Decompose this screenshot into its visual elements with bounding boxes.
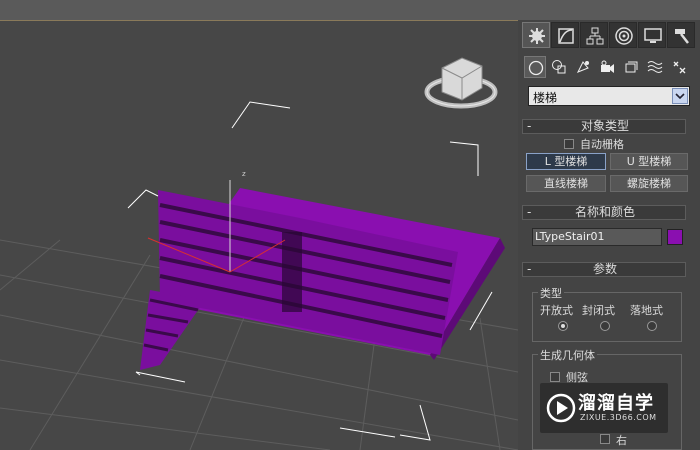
shapes-icon (552, 60, 566, 74)
cameras-icon (601, 60, 614, 73)
create-icon (529, 28, 545, 44)
side-stringer-checkbox[interactable] (550, 372, 560, 382)
motion-icon (615, 27, 633, 45)
type-group-label: 类型 (538, 285, 564, 301)
l-type-stair-button[interactable]: L 型楼梯 (526, 153, 606, 170)
lights-category[interactable] (572, 56, 594, 78)
u-type-stair-button[interactable]: U 型楼梯 (610, 153, 688, 170)
spiral-stair-button[interactable]: 螺旋楼梯 (610, 175, 688, 192)
autogrid-checkbox[interactable] (564, 139, 574, 149)
create-tab[interactable] (522, 22, 550, 48)
type-closed-radio[interactable] (600, 321, 610, 331)
lights-icon (576, 61, 589, 73)
motion-tab[interactable] (609, 22, 637, 48)
watermark-url: ZIXUE.3D66.COM (580, 413, 657, 422)
watermark-title: 溜溜自学 (578, 393, 654, 414)
watermark: 溜溜自学 ZIXUE.3D66.COM (540, 383, 668, 433)
hierarchy-icon (586, 27, 604, 45)
display-icon (644, 28, 662, 43)
object-type-rollout-header[interactable]: - 对象类型 (522, 119, 686, 134)
object-name-field[interactable]: LTypeStair01 (532, 228, 662, 246)
hierarchy-tab[interactable] (580, 22, 608, 48)
generate-geometry-label: 生成几何体 (538, 347, 597, 363)
helpers-icon (625, 61, 638, 73)
chevron-down-icon[interactable] (672, 88, 688, 104)
modify-tab[interactable] (551, 22, 579, 48)
l-type-stair-object[interactable] (140, 188, 505, 370)
modify-icon (558, 28, 574, 44)
svg-text:z: z (242, 170, 246, 178)
category-dropdown[interactable]: 楼梯 (528, 86, 690, 106)
top-toolbar-strip (0, 0, 700, 21)
type-boxed-label: 落地式 (630, 304, 663, 317)
right-label: 右 (616, 434, 627, 447)
spacewarps-category[interactable] (644, 56, 666, 78)
type-open-label: 开放式 (540, 304, 573, 317)
object-type-title: 对象类型 (580, 119, 629, 133)
geometry-icon (528, 60, 544, 76)
systems-category[interactable] (668, 56, 690, 78)
parameters-title: 参数 (592, 262, 617, 276)
name-color-rollout-header[interactable]: - 名称和颜色 (522, 205, 686, 220)
autogrid-label: 自动栅格 (580, 138, 624, 151)
app-window: z 楼梯 - 对象类型 自动栅格 L 型楼梯 U 型楼梯 直线楼梯 螺旋楼梯 -… (0, 0, 700, 450)
type-open-radio[interactable] (558, 321, 568, 331)
helpers-category[interactable] (620, 56, 642, 78)
play-logo-icon (546, 393, 576, 423)
display-tab[interactable] (638, 22, 666, 48)
type-closed-label: 封闭式 (582, 304, 615, 317)
object-type-rollout: - 对象类型 自动栅格 L 型楼梯 U 型楼梯 直线楼梯 螺旋楼梯 (522, 119, 692, 201)
viewcube[interactable] (424, 57, 498, 109)
parameters-rollout-header[interactable]: - 参数 (522, 262, 686, 277)
object-color-swatch[interactable] (667, 229, 683, 245)
right-checkbox[interactable] (600, 434, 610, 444)
geometry-category[interactable] (524, 56, 546, 78)
command-panel-tabs (522, 22, 696, 48)
perspective-viewport[interactable]: z (0, 0, 518, 450)
stair-stringer (282, 232, 302, 312)
straight-stair-button[interactable]: 直线楼梯 (526, 175, 606, 192)
name-color-rollout: - 名称和颜色 LTypeStair01 (522, 205, 692, 255)
viewport-scene: z (0, 57, 518, 450)
spacewarps-icon (647, 61, 663, 73)
utilities-tab[interactable] (667, 22, 695, 48)
cameras-category[interactable] (596, 56, 618, 78)
create-category-icons (524, 56, 696, 78)
systems-icon (673, 61, 686, 74)
hammer-icon (675, 29, 689, 44)
type-boxed-radio[interactable] (647, 321, 657, 331)
name-color-title: 名称和颜色 (574, 205, 635, 219)
category-dropdown-value: 楼梯 (533, 91, 558, 105)
shapes-category[interactable] (548, 56, 570, 78)
